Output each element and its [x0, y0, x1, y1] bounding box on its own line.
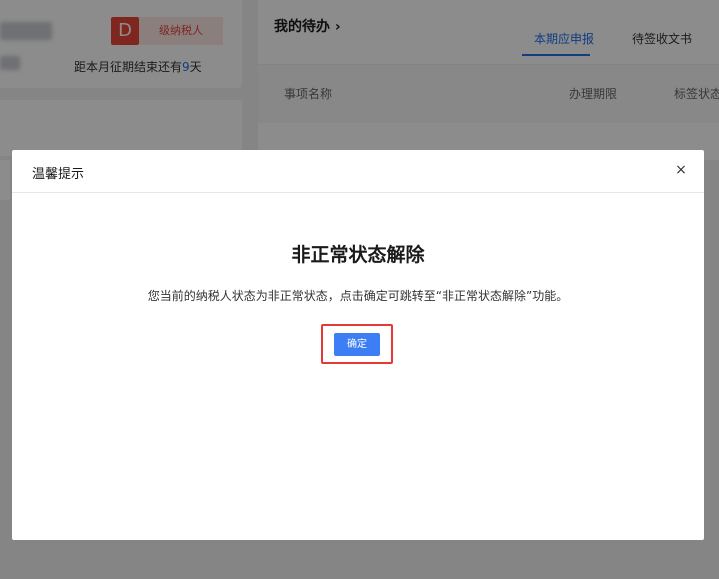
dialog-message: 您当前的纳税人状态为非正常状态，点击确定可跳转至“非正常状态解除”功能。	[147, 289, 569, 303]
dialog-heading: 非正常状态解除	[291, 244, 425, 266]
confirm-button[interactable]: 确定	[334, 333, 380, 356]
dialog-title: 温馨提示	[32, 167, 85, 182]
dialog-header: 温馨提示 ×	[12, 150, 704, 193]
close-icon[interactable]: ×	[672, 161, 690, 179]
tip-dialog: 温馨提示 × 非正常状态解除 您当前的纳税人状态为非正常状态，点击确定可跳转至“…	[12, 150, 704, 540]
